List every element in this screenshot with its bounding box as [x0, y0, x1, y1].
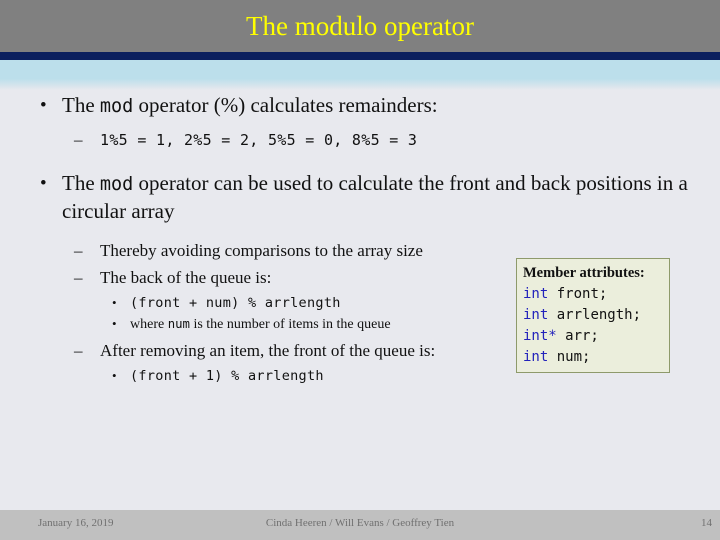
bullet-marker-disc-icon: •: [112, 368, 117, 383]
bullet-text: After removing an item, the front of the…: [100, 341, 436, 360]
bullet-text-part-mono: mod: [99, 96, 134, 117]
bullet-text-part-pre: The: [62, 171, 100, 195]
note-text-pre: where: [130, 317, 168, 332]
bullet-text: The back of the queue is:: [100, 268, 272, 287]
bullet-text-part-post: operator (%) calculates remainders:: [133, 93, 438, 117]
bullet-marker-disc-icon: •: [40, 95, 47, 116]
bullet-marker-disc-icon: •: [112, 295, 117, 310]
member-attribute-row: int arrlength;: [523, 305, 669, 326]
bullet-marker-dash-icon: –: [74, 241, 83, 260]
header-blue-fade-band: [0, 60, 720, 90]
member-attribute-name: num;: [548, 349, 591, 365]
member-attribute-name: arrlength;: [548, 307, 642, 323]
note-text-mono: num: [167, 317, 190, 331]
member-attributes-box: Member attributes: int front; int arrlen…: [516, 258, 670, 373]
keyword-int-pointer: int*: [523, 328, 557, 344]
bullet-text-part-mono: mod: [99, 174, 134, 195]
footer-page-number: 14: [701, 517, 712, 529]
keyword-int: int: [523, 286, 549, 302]
note-text-post: is the number of items in the queue: [189, 317, 391, 332]
member-attribute-name: arr;: [556, 328, 599, 344]
keyword-int: int: [523, 349, 549, 365]
bullet-marker-dash-icon: –: [74, 130, 83, 149]
bullet-marker-dash-icon: –: [74, 341, 83, 360]
bullet-marker-disc-icon: •: [112, 316, 117, 331]
member-attributes-title: Member attributes:: [523, 265, 645, 281]
slide: The modulo operator • The mod operator (…: [0, 0, 720, 540]
code-mod-examples: 1%5 = 1, 2%5 = 2, 5%5 = 0, 8%5 = 3: [100, 131, 418, 149]
bullet-marker-disc-icon: •: [40, 173, 47, 194]
member-attribute-row: int front;: [523, 284, 669, 305]
code-front-formula: (front + 1) % arrlength: [130, 368, 324, 384]
bullet-level2-mod-examples: – 1%5 = 1, 2%5 = 2, 5%5 = 0, 8%5 = 3: [0, 128, 720, 152]
bullet-marker-dash-icon: –: [74, 268, 83, 287]
member-attribute-name: front;: [548, 286, 608, 302]
keyword-int: int: [523, 307, 549, 323]
code-back-formula: (front + num) % arrlength: [130, 295, 341, 311]
bullet-text: Thereby avoiding comparisons to the arra…: [100, 241, 423, 260]
member-attribute-row: int num;: [523, 347, 669, 368]
bullet-text-part-post: operator can be used to calculate the fr…: [62, 171, 688, 223]
header-navy-rule: [0, 52, 720, 60]
bullet-level1-circular-array: • The mod operator can be used to calcul…: [0, 170, 720, 225]
member-attribute-row: int* arr;: [523, 326, 669, 347]
bullet-text-part-pre: The: [62, 93, 100, 117]
bullet-level1-mod-operator: • The mod operator (%) calculates remain…: [0, 92, 720, 120]
page-title: The modulo operator: [246, 11, 474, 41]
